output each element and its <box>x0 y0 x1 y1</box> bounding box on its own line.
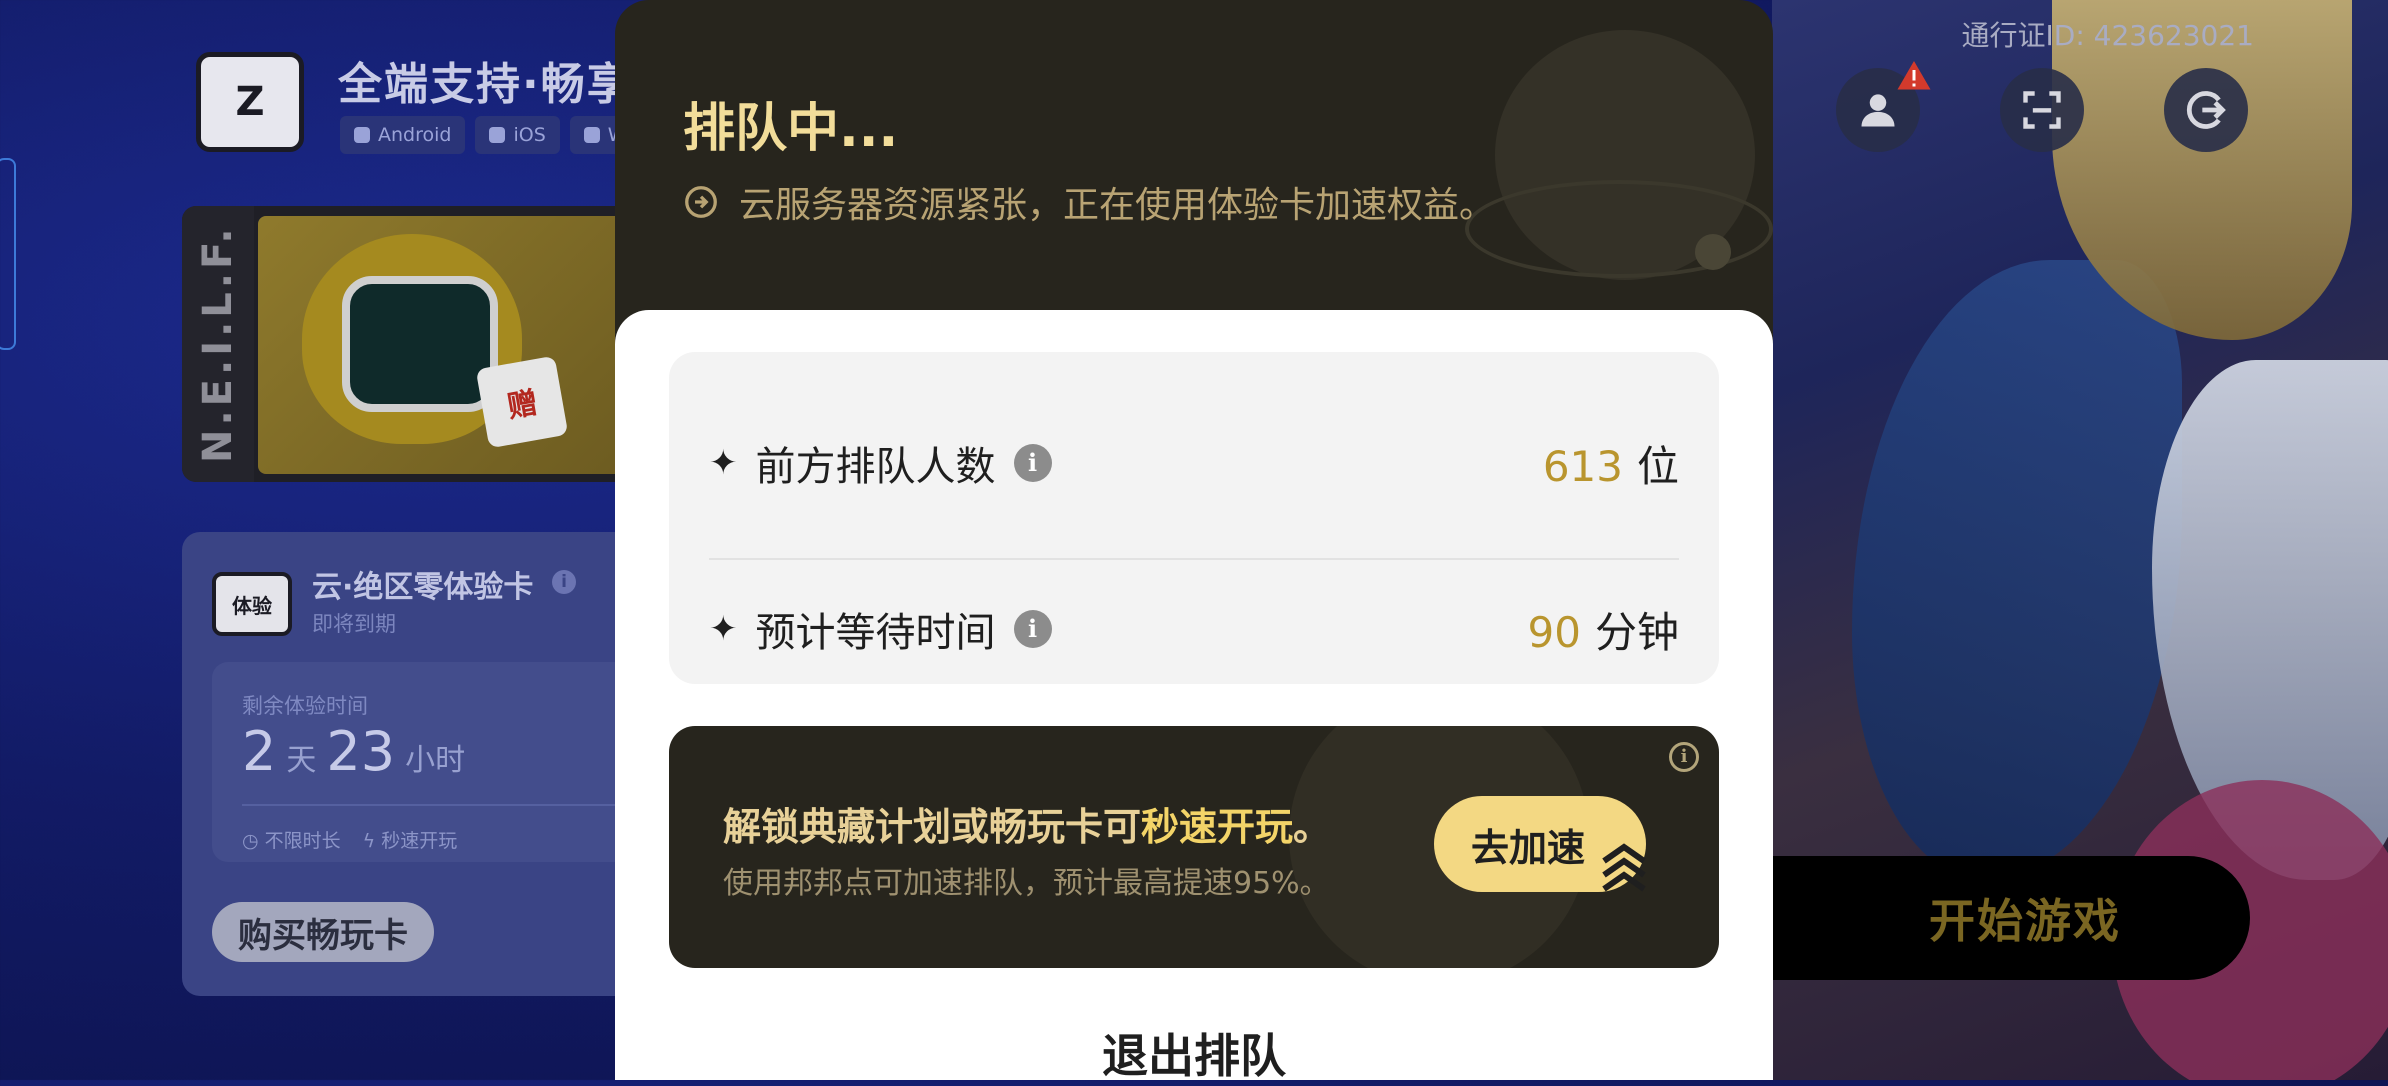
stat-label-group: ✦ 前方排队人数 i <box>709 434 1052 492</box>
promo-subtext: 使用邦邦点可加速排队，预计最高提速95%。 <box>723 866 1330 901</box>
promo-headline-highlight: 秒速开玩 <box>1141 805 1294 849</box>
chevrons-up-icon <box>1602 843 1646 892</box>
trial-card-icon: 体验 <box>212 572 292 636</box>
remaining-value: 2 天 23 小时 <box>242 720 475 783</box>
divider <box>242 804 662 806</box>
stat-row-queue-ahead: ✦ 前方排队人数 i 613 位 <box>709 408 1679 518</box>
windows-icon <box>583 127 600 143</box>
logout-button[interactable] <box>2164 68 2248 152</box>
sparkle-icon: ✦ <box>709 443 738 483</box>
brand-logo: Z <box>196 52 304 152</box>
days-unit: 天 <box>286 743 317 778</box>
scan-icon <box>2023 91 2061 129</box>
info-icon[interactable]: i <box>1013 610 1052 648</box>
queue-modal: 排队中... 云服务器资源紧张，正在使用体验卡加速权益。 ✦ 前方排队人数 i … <box>615 0 1773 1083</box>
banner-strip-text: N.E.I.L.F. <box>182 206 254 482</box>
info-icon[interactable]: i <box>552 570 576 594</box>
platform-badge-android: Android <box>340 116 466 154</box>
perk-instant: ϟ 秒速开玩 <box>363 826 458 853</box>
hours-value: 23 <box>326 720 396 783</box>
promo-headline: 解锁典藏计划或畅玩卡可秒速开玩。 <box>723 796 1331 851</box>
info-icon[interactable]: i <box>1669 742 1699 772</box>
platform-label: Android <box>378 124 452 146</box>
android-icon <box>354 127 370 143</box>
days-value: 2 <box>242 720 277 783</box>
perk-label: 不限时长 <box>264 830 341 852</box>
side-tab[interactable] <box>0 158 16 350</box>
platform-badge-ios: iOS <box>475 116 560 154</box>
remaining-label: 剩余体验时间 <box>242 694 368 718</box>
orbit-dot <box>1695 234 1731 270</box>
modal-title: 排队中... <box>683 99 899 159</box>
stat-value-group: 613 位 <box>1543 433 1679 494</box>
speedup-icon <box>685 186 717 218</box>
exit-queue-button[interactable]: 退出排队 <box>615 1020 1773 1086</box>
apple-icon <box>489 127 506 143</box>
trial-card-title: 云·绝区零体验卡 <box>312 570 534 605</box>
stat-unit: 分钟 <box>1594 607 1679 657</box>
user-icon <box>1861 94 1895 127</box>
bangboo-face <box>342 276 498 412</box>
modal-header: 排队中... 云服务器资源紧张，正在使用体验卡加速权益。 <box>615 0 1773 360</box>
trial-card: 体验 云·绝区零体验卡 i 即将到期 剩余体验时间 2 天 23 小时 ◷ 不限时长 … <box>182 532 662 996</box>
alert-icon <box>1897 61 1931 90</box>
perks-list: ◷ 不限时长 ϟ 秒速开玩 <box>242 826 457 853</box>
passport-id: 通行证ID: 423623021 <box>1961 19 2254 52</box>
buy-pass-button[interactable]: 购买畅玩卡 <box>212 902 434 962</box>
divider <box>709 558 1679 560</box>
gift-tag: 赠 <box>475 355 569 449</box>
queue-stats: ✦ 前方排队人数 i 613 位 ✦ 预计等待时间 i 90 分钟 <box>669 352 1719 684</box>
sparkle-icon: ✦ <box>709 609 738 649</box>
promo-banner[interactable]: N.E.I.L.F. 赠 <box>182 206 642 482</box>
speed-up-label: 去加速 <box>1470 827 1585 870</box>
hours-unit: 小时 <box>405 743 466 778</box>
speed-up-button[interactable]: 去加速 <box>1434 796 1646 892</box>
promo-headline-suffix: 。 <box>1293 805 1332 849</box>
platform-badges: Android iOS W <box>340 116 641 154</box>
stat-label: 预计等待时间 <box>755 610 996 656</box>
clock-icon: ◷ <box>242 830 265 852</box>
promo-headline-prefix: 解锁典藏计划或畅玩卡可 <box>723 805 1142 849</box>
home-page: Z 全端支持·畅享 Android iOS W N.E.I.L.F. 赠 体验 … <box>0 0 662 1080</box>
remaining-time-panel: 剩余体验时间 2 天 23 小时 ◷ 不限时长 ϟ 秒速开玩 <box>212 662 662 862</box>
modal-subtitle-text: 云服务器资源紧张，正在使用体验卡加速权益。 <box>739 185 1496 226</box>
stat-row-wait-time: ✦ 预计等待时间 i 90 分钟 <box>709 574 1679 684</box>
start-game-button[interactable]: 开始游戏 <box>1760 856 2250 980</box>
logout-icon <box>2186 91 2226 129</box>
art-wing <box>1852 260 2182 880</box>
speedup-promo: i 解锁典藏计划或畅玩卡可秒速开玩。 使用邦邦点可加速排队，预计最高提速95%。… <box>669 726 1719 968</box>
trial-card-subtitle: 即将到期 <box>312 612 396 636</box>
platform-label: iOS <box>513 124 546 146</box>
stat-value: 90 <box>1527 607 1581 657</box>
info-icon[interactable]: i <box>1013 444 1052 482</box>
stat-value: 613 <box>1542 441 1623 491</box>
brand-logo-glyph: Z <box>235 79 265 125</box>
stat-label: 前方排队人数 <box>755 444 996 490</box>
stat-value-group: 90 分钟 <box>1528 599 1679 660</box>
stat-unit: 位 <box>1636 441 1679 491</box>
stat-label-group: ✦ 预计等待时间 i <box>709 600 1052 658</box>
modal-body: ✦ 前方排队人数 i 613 位 ✦ 预计等待时间 i 90 分钟 i 解锁典藏… <box>615 310 1773 1083</box>
lightning-icon: ϟ <box>362 830 382 852</box>
perk-label: 秒速开玩 <box>381 830 458 852</box>
perk-unlimited: ◷ 不限时长 <box>242 826 341 853</box>
brand-title: 全端支持·畅享 <box>338 59 633 110</box>
scan-button[interactable] <box>2000 68 2084 152</box>
modal-subtitle: 云服务器资源紧张，正在使用体验卡加速权益。 <box>683 176 1495 228</box>
